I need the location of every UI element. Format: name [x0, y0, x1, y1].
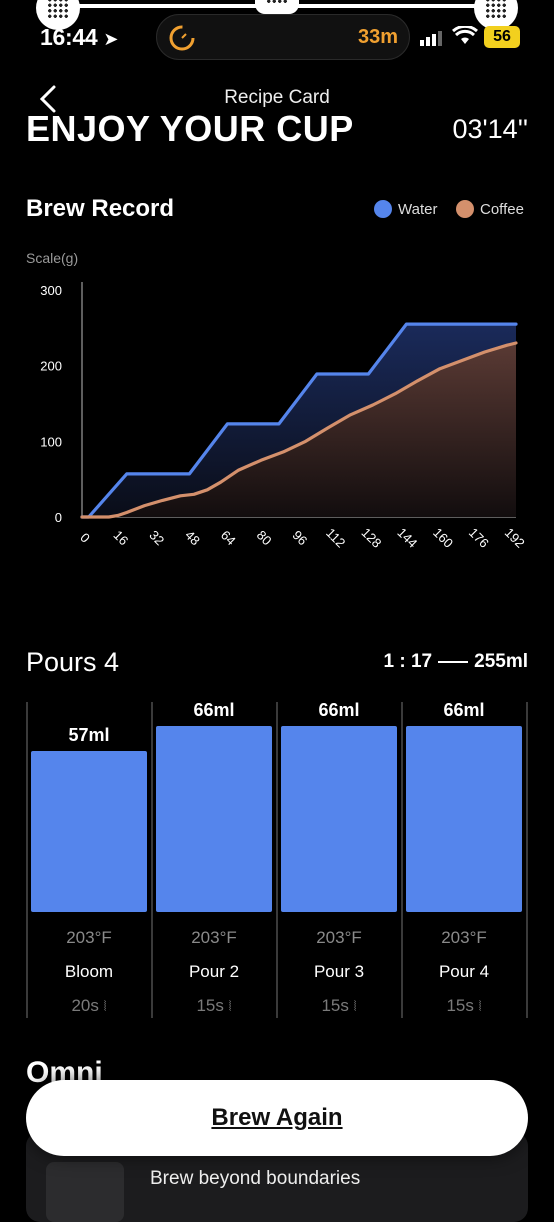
- pour-volume: 66ml: [443, 700, 485, 720]
- pour-duration-value: 15s: [446, 996, 474, 1015]
- x-tick-label: 48: [182, 527, 203, 548]
- brew-record-chart: Scale(g) 0 100 200 300 0 16 32 48 64 80 96 112 128 14…: [26, 250, 528, 551]
- pour-bar: [406, 726, 522, 912]
- pour-bar: [281, 726, 397, 912]
- legend-water-swatch: [374, 200, 392, 218]
- total-volume: 255ml: [474, 651, 528, 672]
- promo-text: Brew beyond boundaries: [150, 1168, 361, 1189]
- pour-temperature: 203°F: [191, 928, 237, 947]
- pour-duration-value: 15s: [196, 996, 224, 1015]
- ratio-divider: [438, 661, 469, 663]
- pour-duration: 15s ⦚: [277, 996, 401, 1016]
- pour-temperature: 203°F: [441, 928, 487, 947]
- x-tick-label: 144: [394, 525, 420, 551]
- x-tick-label: 112: [323, 525, 348, 550]
- pour-volume: 66ml: [318, 700, 360, 720]
- legend-coffee: Coffee: [456, 200, 524, 218]
- wavy-line-icon: ⦚: [228, 998, 232, 1014]
- dots-center-icon[interactable]: [255, 0, 299, 14]
- legend-water: Water: [374, 200, 437, 218]
- pour-duration: 15s ⦚: [402, 996, 526, 1016]
- page-subtitle: Recipe Card: [224, 87, 330, 108]
- ratio-value: 1 : 17: [383, 651, 433, 672]
- x-tick-label: 80: [254, 527, 275, 548]
- page-title: ENJOY YOUR CUP: [26, 108, 354, 149]
- pour-name: Pour 4: [438, 962, 490, 981]
- legend-coffee-swatch: [456, 200, 474, 218]
- pour-temperature: 203°F: [316, 928, 362, 947]
- pour-volume: 66ml: [193, 700, 235, 720]
- pour-name: Bloom: [64, 962, 114, 981]
- pour-divider: [526, 702, 528, 1018]
- pours-title: Pours 4: [26, 647, 120, 677]
- pour-bar: [156, 726, 272, 912]
- pour-duration: 20s ⦚: [27, 996, 151, 1016]
- wavy-line-icon: ⦚: [103, 998, 107, 1014]
- timer-icon: [169, 25, 195, 51]
- x-tick-label: 0: [77, 530, 93, 546]
- y-tick-label: 300: [40, 283, 62, 298]
- status-time: 16:44 ➤: [40, 24, 119, 50]
- brew-ratio: 1 : 17 255ml: [384, 651, 528, 673]
- x-tick-label: 192: [502, 525, 528, 551]
- x-tick-label: 160: [430, 525, 456, 551]
- signal-icon: [420, 31, 442, 46]
- pour-duration: 15s ⦚: [152, 996, 276, 1016]
- x-tick-label: 96: [290, 527, 311, 548]
- x-tick-label: 64: [218, 527, 239, 548]
- pour-duration-value: 15s: [321, 996, 349, 1015]
- x-tick-label: 32: [146, 527, 167, 548]
- brew-again-button[interactable]: Brew Again: [26, 1080, 528, 1156]
- wavy-line-icon: ⦚: [353, 998, 357, 1014]
- activity-time: 33m: [358, 26, 399, 48]
- legend-coffee-label: Coffee: [480, 200, 524, 218]
- pour-bar: [31, 751, 147, 912]
- pour-card-4[interactable]: 66ml 203°F Pour 4 15s ⦚: [402, 700, 526, 1018]
- total-brew-time: 03'14'': [452, 114, 528, 144]
- y-tick-label: 0: [55, 510, 62, 525]
- y-axis-title: Scale(g): [26, 250, 78, 266]
- x-tick-label: 128: [359, 525, 385, 551]
- brew-again-label: Brew Again: [211, 1104, 343, 1131]
- pour-card-bloom[interactable]: 57ml 203°F Bloom 20s ⦚: [27, 700, 151, 1018]
- location-arrow-icon: ➤: [103, 29, 119, 49]
- wavy-line-icon: ⦚: [478, 998, 482, 1014]
- legend-water-label: Water: [398, 200, 438, 218]
- wifi-icon: [452, 26, 478, 44]
- x-tick-label: 16: [111, 527, 132, 548]
- pour-volume: 57ml: [68, 725, 110, 746]
- brew-record-title: Brew Record: [26, 195, 175, 222]
- pour-name: Pour 3: [313, 962, 365, 981]
- pour-name: Pour 2: [188, 962, 240, 981]
- pour-card-3[interactable]: 66ml 203°F Pour 3 15s ⦚: [277, 700, 401, 1018]
- pour-duration-value: 20s: [71, 996, 99, 1015]
- x-tick-label: 176: [466, 525, 492, 551]
- pour-temperature: 203°F: [66, 928, 112, 947]
- pour-card-2[interactable]: 66ml 203°F Pour 2 15s ⦚: [152, 700, 276, 1018]
- y-tick-label: 200: [40, 359, 62, 374]
- y-tick-label: 100: [40, 434, 62, 449]
- promo-thumbnail: [46, 1162, 124, 1222]
- battery-indicator: 56: [484, 26, 520, 48]
